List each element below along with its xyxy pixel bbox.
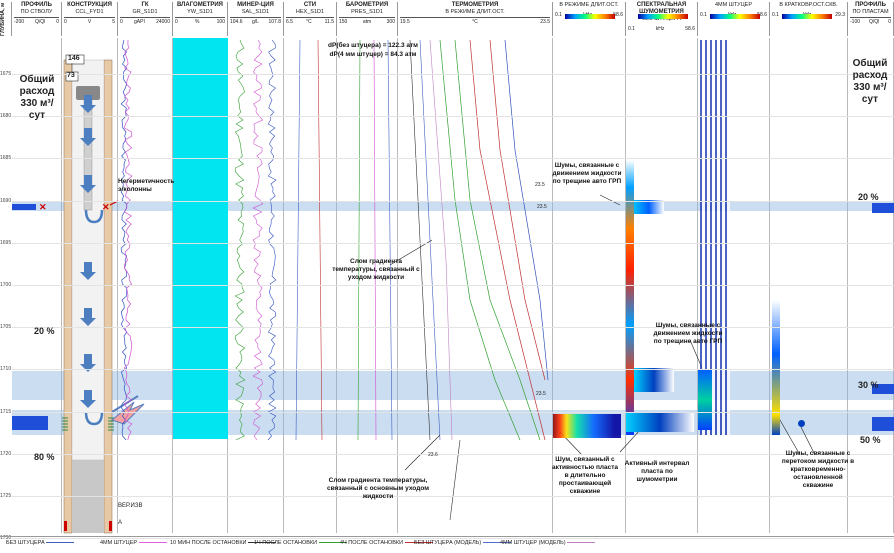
active-interval-note: Активный интервал пласта по шумометрии [624, 460, 690, 483]
depth-tick: 1720 [0, 450, 12, 457]
gradient-note-2: Слом градиента температуры, связанный с … [326, 477, 430, 500]
legend-item: 4ММ ШТУЦЕР (МОДЕЛЬ) [500, 540, 596, 546]
profile-left-bar [12, 416, 48, 430]
svg-text:✕: ✕ [102, 202, 110, 212]
grid-line [12, 327, 894, 329]
dp-label-2: dP(4 мм штуцер) = 84.3 атм [329, 51, 417, 58]
gradient-note-1: Слом градиента температуры, связанный с … [332, 258, 420, 281]
grid-line [12, 242, 894, 244]
legend-item: БЕЗ ШТУЦЕРА [6, 540, 75, 546]
svg-text:✕: ✕ [39, 202, 47, 212]
legend: БЕЗ ШТУЦЕРА 4ММ ШТУЦЕР 10 МИН ПОСЛЕ ОСТА… [0, 536, 894, 551]
depth-tick: 1705 [0, 324, 12, 331]
pct-left-20: 20 % [34, 326, 55, 336]
casing-73: 73 [67, 72, 75, 79]
thermo-label-c: 23.5 [536, 391, 546, 397]
grid-line [12, 200, 894, 202]
casing-146: 146 [68, 55, 80, 62]
noise-note-short: Шумы, связанные с перетоком жидкости в к… [781, 450, 855, 489]
depth-tick: 1685 [0, 155, 12, 162]
spec1-burst [553, 414, 621, 438]
depth-tick: 1700 [0, 282, 12, 288]
spec2-fracture [634, 200, 664, 214]
spec2-bottom [626, 412, 694, 432]
spec4-main [772, 300, 780, 435]
log-chart: ГЛУБИНА, м ПРОФИЛЬ ПО СТВОЛУ -200 Q/Ql 0 КОНС… [0, 0, 894, 553]
depth-tick: 1710 [0, 366, 12, 373]
profile-left-bar-small [12, 204, 36, 210]
legend-item: 1Ч ПОСЛЕ ОСТАНОВКИ [254, 540, 347, 546]
grid-line [12, 369, 894, 371]
legend-item: 4ММ ШТУЦЕР [100, 540, 167, 546]
grid-line [12, 158, 894, 160]
noise-note-mid: Шумы, связанные с движением жидкости по … [653, 322, 723, 345]
profile-right-bar-3 [872, 417, 894, 431]
spec4-spot [798, 420, 805, 427]
depth-tick: 1675 [0, 71, 12, 77]
grid-line [12, 285, 894, 286]
legend-item: БЕЗ ШТУЦЕРА (МОДЕЛЬ) [414, 540, 511, 546]
depth-tick: 1690 [0, 197, 12, 204]
spec3-layer [698, 370, 712, 430]
grid-line [12, 411, 894, 413]
depth-tick: 1680 [0, 113, 12, 120]
depth-tick: 1695 [0, 239, 12, 246]
pct-right-50: 50 % [860, 435, 881, 445]
thermo-label-b: 23.5 [537, 204, 547, 210]
marker-a: A [118, 520, 123, 526]
casing-right [103, 59, 113, 534]
total-flow-left: Общий расход 330 м³/сут [19, 74, 55, 121]
dp-label-1: dP(без штуцера) = 122.3 атм [328, 42, 418, 49]
thermo-label-d: 23.6 [428, 452, 438, 458]
grid-line [12, 496, 894, 497]
ver-izv-label: ВЕР.ИЗВ [118, 503, 143, 509]
leak-label: Негерметичность э/колонны [118, 178, 175, 193]
grid-line [12, 116, 894, 118]
profile-right-bar-1 [872, 203, 894, 213]
noise-note-layer: Шум, связанный с активностью пласта в дл… [551, 456, 619, 495]
casing-left [63, 59, 73, 534]
log-curves: ✕ ✕ [12, 38, 894, 534]
thermo-label-a: 23.5 [535, 182, 545, 188]
depth-tick: 1715 [0, 408, 12, 415]
depth-tick: 1725 [0, 493, 12, 499]
pct-right-30: 30 % [858, 380, 879, 390]
pct-right-20: 20 % [858, 192, 879, 202]
spec2-layer [634, 368, 674, 392]
moisture-fill [173, 38, 228, 439]
total-flow-right: Общий расход 330 м³/сут [852, 58, 888, 105]
pct-left-80: 80 % [34, 452, 55, 462]
noise-note-top: Шумы, связанные с движением жидкости по … [552, 162, 622, 185]
grid-line [12, 453, 894, 455]
grid-line [12, 74, 894, 75]
